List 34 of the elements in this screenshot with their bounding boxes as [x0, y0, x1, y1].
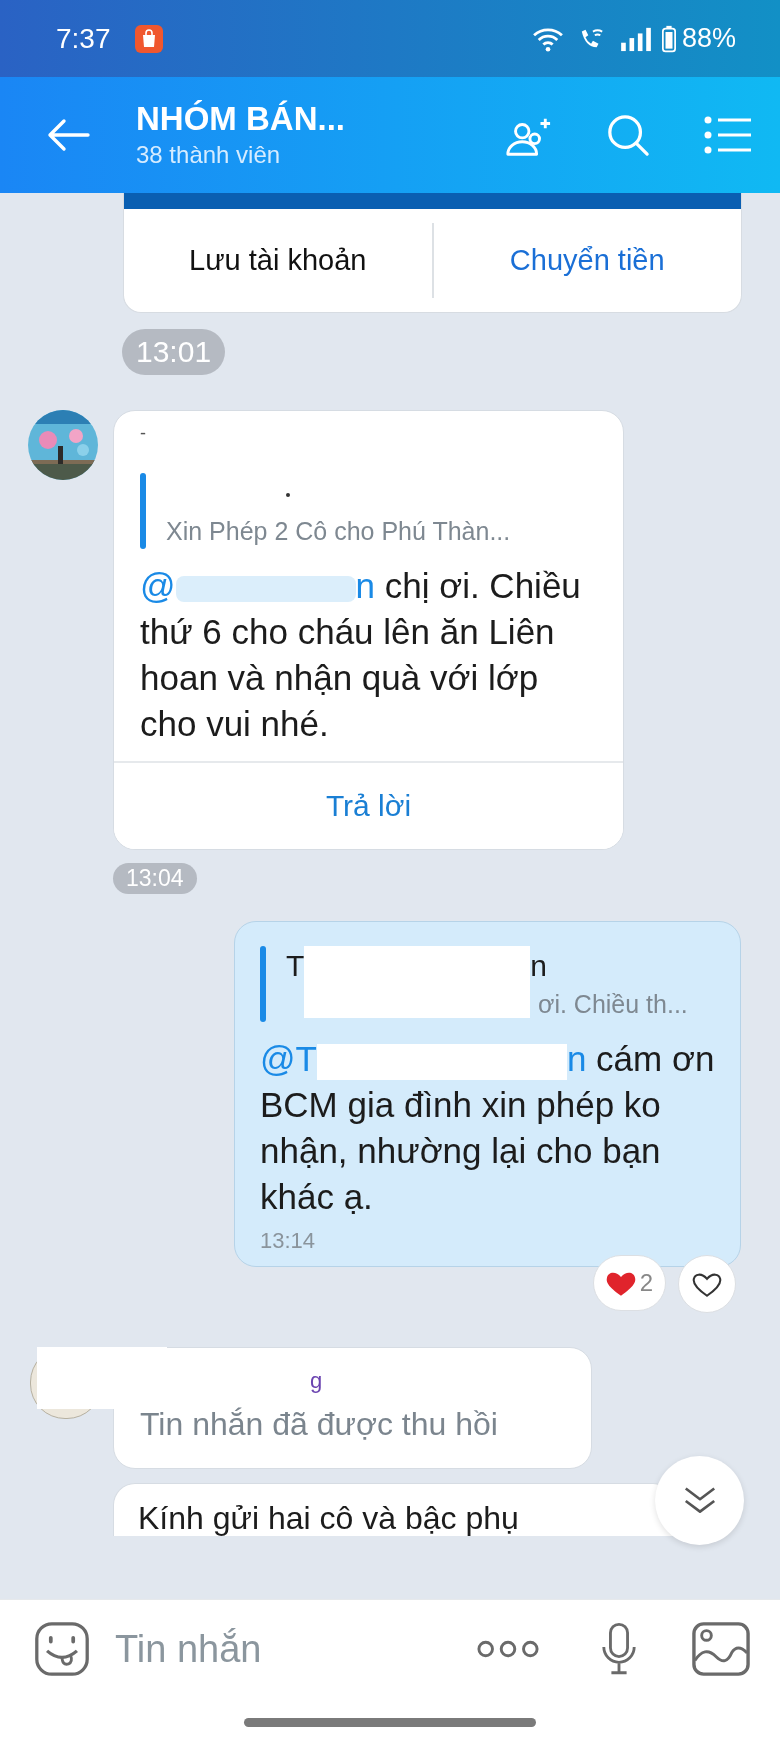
more-icon[interactable] [476, 1639, 540, 1659]
image-icon[interactable] [692, 1621, 750, 1677]
scroll-down-button[interactable] [655, 1456, 744, 1545]
battery-icon [661, 24, 676, 53]
back-icon[interactable] [46, 118, 90, 152]
wifi-icon [531, 25, 564, 52]
microphone-icon[interactable] [600, 1621, 638, 1677]
mention-link[interactable]: @T n [260, 1039, 587, 1078]
sticker-icon[interactable] [33, 1621, 91, 1677]
time-badge: 13:01 [122, 329, 226, 375]
message-text: @ n chị ơi. Chiều thứ 6 cho cháu lên ăn Liên hoan và nhận quà với lớp cho vui nhé. [140, 565, 582, 745]
message-time: 13:14 [260, 1228, 317, 1254]
recalled-notice: Tin nhắn đã được thu hồi [140, 1405, 499, 1444]
clock-time: 7:37 [56, 22, 111, 55]
quoted-text: ơi. Chiều th... [537, 989, 688, 1020]
message-text: Kính gửi hai cô và bậc phụ [138, 1500, 520, 1536]
reply-button[interactable]: Trả lời [114, 761, 623, 849]
quoted-name: n [530, 948, 547, 984]
member-count: 38 thành viên [136, 140, 282, 170]
quoted-name: T [286, 948, 305, 984]
signal-icon [619, 25, 652, 52]
reaction-number: 2 [639, 1269, 653, 1297]
quoted-message[interactable]: T n ơi. Chiều th... [260, 946, 716, 1022]
quoted-message[interactable]: Xin Phép 2 Cô cho Phú Thàn... [140, 473, 597, 549]
sender-name: g [309, 1368, 324, 1395]
sender-name: - [140, 423, 147, 445]
shopping-bag-icon [134, 24, 163, 53]
reaction-count[interactable]: 2 [592, 1255, 666, 1311]
group-title: NHÓM BÁN... [136, 99, 346, 139]
message-text: @T n cám ơn BCM gia đình xin phép ko nhận, nhường lại cho bạn khác ạ. [260, 1038, 716, 1218]
battery-percent: 88% [681, 23, 736, 54]
message-input[interactable]: Tin nhắn [113, 1626, 476, 1672]
time-badge: 13:04 [113, 863, 197, 894]
quoted-text: Xin Phép 2 Cô cho Phú Thàn... [166, 516, 511, 547]
